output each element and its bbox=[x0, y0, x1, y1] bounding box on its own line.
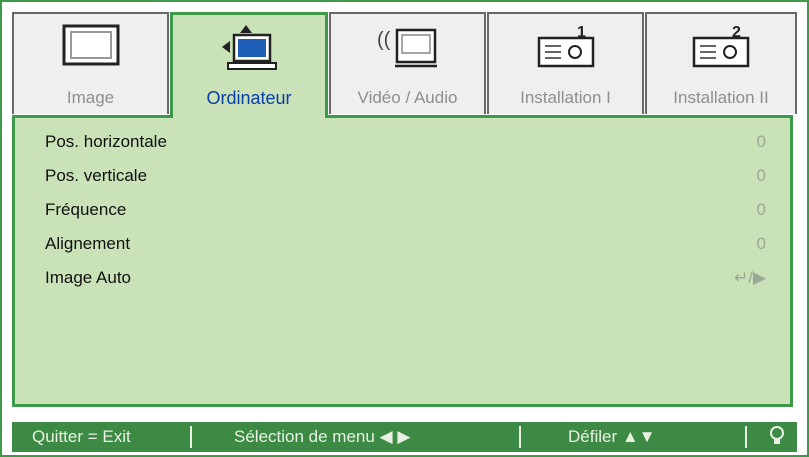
settings-panel: Pos. horizontale 0 Pos. verticale 0 Fréq… bbox=[12, 115, 793, 407]
monitor-icon bbox=[61, 22, 121, 73]
tab-installation-2[interactable]: 2 Installation II bbox=[645, 12, 797, 114]
menu-item-label: Fréquence bbox=[45, 200, 127, 219]
divider bbox=[190, 426, 192, 448]
menu-item-value: 0 bbox=[756, 132, 766, 151]
tab-image[interactable]: Image bbox=[12, 12, 169, 114]
menu-row-frequence[interactable]: Fréquence 0 bbox=[45, 200, 766, 226]
menu-item-value: 0 bbox=[756, 200, 766, 219]
tab-label: Installation I bbox=[520, 88, 611, 107]
tab-label: Image bbox=[66, 88, 115, 107]
menu-row-image-auto[interactable]: Image Auto ↵/▶ bbox=[45, 268, 766, 294]
menu-row-alignement[interactable]: Alignement 0 bbox=[45, 234, 766, 260]
tab-video-audio[interactable]: (( Vidéo / Audio bbox=[329, 12, 486, 114]
projector-1-icon: 1 bbox=[533, 22, 599, 77]
select-hint: Sélection de menu ◀ ▶ bbox=[234, 427, 411, 446]
menu-row-pos-verticale[interactable]: Pos. verticale 0 bbox=[45, 166, 766, 192]
exit-hint: Quitter = Exit bbox=[32, 427, 131, 446]
menu-row-pos-horizontale[interactable]: Pos. horizontale 0 bbox=[45, 132, 766, 158]
svg-text:((: (( bbox=[377, 29, 391, 51]
scroll-hint: Défiler ▲▼ bbox=[568, 427, 656, 446]
hint-bar: Quitter = Exit Sélection de menu ◀ ▶ Déf… bbox=[12, 422, 797, 452]
divider bbox=[519, 426, 521, 448]
enter-arrow-icon: ↵/▶ bbox=[733, 268, 766, 287]
computer-icon bbox=[216, 23, 282, 80]
svg-text:1: 1 bbox=[577, 24, 586, 41]
tab-bar: Image Ordinateur ((Vidéo / Audio 1 Inst… bbox=[2, 2, 807, 118]
projector-2-icon: 2 bbox=[688, 22, 754, 77]
osd-menu-frame: Image Ordinateur ((Vidéo / Audio 1 Inst… bbox=[0, 0, 809, 457]
menu-item-label: Pos. horizontale bbox=[45, 132, 167, 151]
divider bbox=[745, 426, 747, 448]
tab-label: Installation II bbox=[673, 88, 769, 107]
video-audio-icon: (( bbox=[375, 22, 441, 77]
tab-label: Ordinateur bbox=[206, 88, 292, 108]
tab-ordinateur[interactable]: Ordinateur bbox=[170, 12, 328, 118]
menu-item-label: Pos. verticale bbox=[45, 166, 148, 185]
tab-label: Vidéo / Audio bbox=[357, 88, 458, 107]
menu-item-label: Image Auto bbox=[45, 268, 132, 287]
menu-item-value: 0 bbox=[756, 234, 766, 253]
tab-installation-1[interactable]: 1 Installation I bbox=[487, 12, 644, 114]
menu-item-value: 0 bbox=[756, 166, 766, 185]
menu-item-label: Alignement bbox=[45, 234, 131, 253]
lamp-icon bbox=[768, 425, 786, 452]
svg-text:2: 2 bbox=[732, 24, 741, 41]
